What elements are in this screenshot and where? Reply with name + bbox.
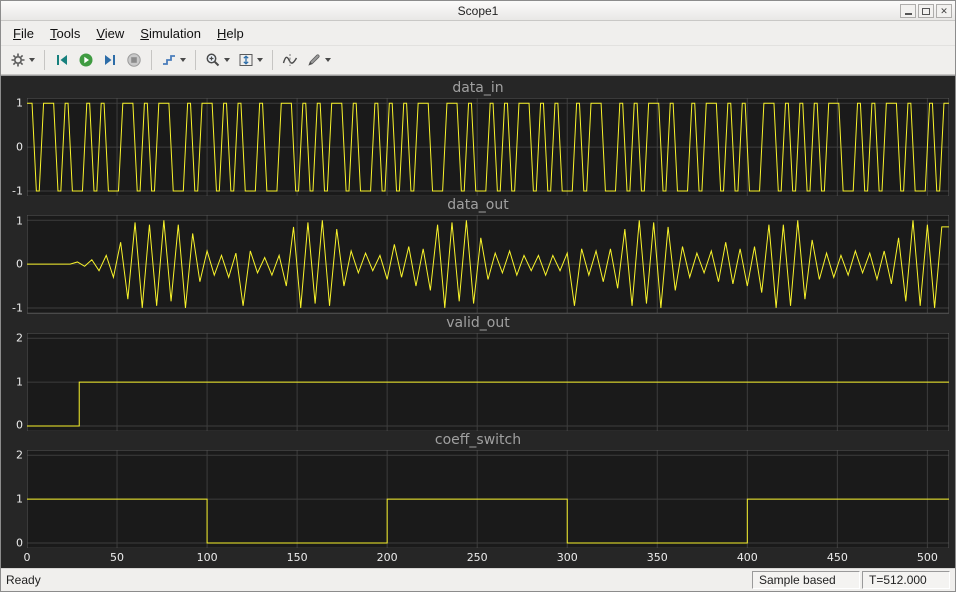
x-tick-label: 300 — [556, 551, 578, 564]
stepping-options-icon — [161, 52, 177, 68]
close-button[interactable]: ✕ — [936, 4, 952, 18]
y-tick-label: -1 — [12, 301, 23, 315]
y-tick-label: 0 — [16, 257, 23, 271]
y-tick-label: 2 — [16, 331, 23, 345]
scale-axes-button[interactable] — [234, 49, 267, 71]
titlebar[interactable]: Scope1 ✕ — [1, 1, 955, 21]
zoom-button[interactable] — [201, 49, 234, 71]
status-right-panels: Sample based T=512.000 — [752, 571, 950, 589]
maximize-icon — [922, 7, 930, 15]
plot-area[interactable] — [27, 449, 949, 548]
caret-down-icon — [180, 58, 186, 62]
gear-icon — [10, 52, 26, 68]
y-tick-label: 1 — [16, 96, 23, 110]
close-icon: ✕ — [940, 5, 948, 16]
y-axis: 1 0 -1 — [1, 96, 27, 198]
menu-view[interactable]: View — [88, 23, 132, 44]
menubar: File Tools View Simulation Help — [1, 21, 955, 46]
x-tick-label: 0 — [23, 551, 31, 564]
y-tick-label: 2 — [16, 448, 23, 462]
plot-row: 2 1 0 — [1, 331, 955, 432]
stop-button[interactable] — [122, 49, 146, 71]
y-tick-label: 1 — [16, 492, 23, 506]
x-tick-label: 100 — [196, 551, 218, 564]
stop-icon — [126, 52, 142, 68]
minimize-icon — [904, 13, 912, 15]
y-axis: 210 — [1, 448, 27, 550]
plot-row: 210 — [1, 448, 955, 550]
toolbar-separator — [44, 50, 45, 70]
menu-tools[interactable]: Tools — [42, 23, 88, 44]
step-forward-icon — [102, 52, 118, 68]
caret-down-icon — [325, 58, 331, 62]
x-tick-label: 500 — [916, 551, 938, 564]
subplot-data_out: data_out 1 0 -1 — [1, 196, 955, 315]
run-icon — [78, 52, 94, 68]
run-button[interactable] — [74, 49, 98, 71]
zoom-icon — [205, 52, 221, 68]
status-text: Ready — [6, 573, 41, 587]
cursor-measurements-button[interactable] — [278, 49, 302, 71]
scope-window: Scope1 ✕ File Tools View Simulation Help — [0, 0, 956, 592]
x-tick-label: 200 — [376, 551, 398, 564]
menu-help[interactable]: Help — [209, 23, 252, 44]
y-tick-label: 0 — [16, 418, 23, 432]
caret-down-icon — [224, 58, 230, 62]
status-sample-mode: Sample based — [752, 571, 860, 589]
y-axis: 2 1 0 — [1, 331, 27, 432]
toolbar-separator — [195, 50, 196, 70]
cursor-measurements-icon — [282, 52, 298, 68]
menu-simulation[interactable]: Simulation — [132, 23, 209, 44]
menu-file[interactable]: File — [5, 23, 42, 44]
maximize-button[interactable] — [918, 4, 934, 18]
x-tick-label: 350 — [646, 551, 668, 564]
plot-area[interactable] — [27, 98, 949, 197]
step-back-button[interactable] — [50, 49, 74, 71]
subplot-valid_out: valid_out 2 1 0 — [1, 314, 955, 432]
x-tick-label: 450 — [826, 551, 848, 564]
step-back-icon — [54, 52, 70, 68]
window-title: Scope1 — [457, 3, 499, 18]
stepping-options-button[interactable] — [157, 49, 190, 71]
plot-title: coeff_switch — [434, 431, 522, 448]
toolbar-separator — [272, 50, 273, 70]
subplot-coeff_switch: coeff_switch 2 1 0 — [1, 431, 955, 550]
window-controls: ✕ — [900, 4, 952, 18]
subplot-data_in: data_in 1 0 -1 — [1, 79, 955, 198]
x-tick-label: 400 — [736, 551, 758, 564]
plot-title: data_in — [452, 80, 504, 96]
plot-row: 1 0 -1 — [1, 214, 955, 315]
x-tick-strip: 0 50 100 150 200 250 300 350 400 450 500 — [23, 548, 949, 566]
minimize-button[interactable] — [900, 4, 916, 18]
plot-title: data_out — [447, 197, 509, 214]
plot-row: 1 0 -1 — [1, 96, 955, 198]
toolbar — [1, 46, 955, 75]
y-tick-label: -1 — [12, 184, 23, 198]
measurements-button[interactable] — [302, 49, 335, 71]
plot-area[interactable] — [27, 332, 949, 431]
x-tick-label: 250 — [466, 551, 488, 564]
caret-down-icon — [29, 58, 35, 62]
y-tick-label: 1 — [16, 214, 23, 227]
configuration-button[interactable] — [6, 49, 39, 71]
y-tick-label: 1 — [16, 375, 23, 389]
plot-area[interactable] — [27, 215, 949, 314]
plot-title: valid_out — [446, 314, 510, 331]
statusbar: Ready Sample based T=512.000 — [1, 568, 955, 591]
scale-axes-icon — [238, 52, 254, 68]
x-tick-label: 150 — [286, 551, 308, 564]
measurements-icon — [306, 52, 322, 68]
y-tick-label: 0 — [16, 140, 23, 154]
status-sim-time: T=512.000 — [862, 571, 950, 589]
x-tick-label: 50 — [110, 551, 125, 564]
step-forward-button[interactable] — [98, 49, 122, 71]
caret-down-icon — [257, 58, 263, 62]
x-axis: 0 50 100 150 200 250 300 350 400 450 500 — [1, 548, 955, 566]
y-axis: 1 0 -1 — [1, 214, 27, 315]
toolbar-separator — [151, 50, 152, 70]
scope-canvas: data_in 1 0 -1 data_out 1 0 -1 valid_out 2 1 0 coeff… — [1, 75, 955, 568]
